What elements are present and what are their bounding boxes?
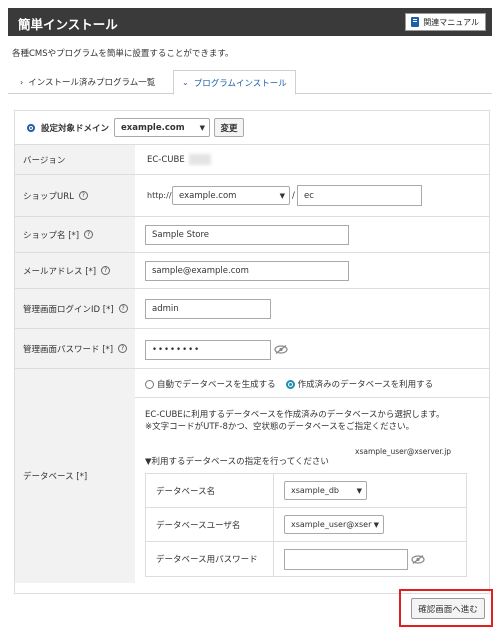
domain-change-button[interactable]: 変更 xyxy=(214,118,244,137)
tab-program-install[interactable]: ⌄ プログラムインストール xyxy=(173,70,296,95)
db-name-select[interactable]: xsample_db ▼ xyxy=(284,481,367,500)
db-auto-label[interactable]: 自動でデータベースを生成する xyxy=(157,378,276,390)
shop-url-separator: / xyxy=(292,191,295,201)
tab-label: インストール済みプログラム一覧 xyxy=(28,78,156,88)
db-auto-radio[interactable] xyxy=(145,379,154,389)
domain-selector-row: 設定対象ドメイン example.com ▼ 変更 xyxy=(15,111,489,145)
confirm-button[interactable]: 確認画面へ進む xyxy=(411,598,485,619)
db-password-row: データベース用パスワード xyxy=(146,542,466,576)
version-label: バージョン xyxy=(15,145,135,174)
shop-name-row: ショップ名 [*] ? Sample Store xyxy=(15,217,489,253)
db-spec-table: データベース名 xsample_db ▼ データベースユーザ名 xsample_… xyxy=(145,473,467,577)
db-name-value: xsample_db xyxy=(291,486,339,495)
db-password-input[interactable] xyxy=(284,549,408,570)
domain-select-value: example.com xyxy=(121,122,185,133)
admin-id-input[interactable]: admin xyxy=(145,299,271,319)
db-notes: EC-CUBEに利用するデータベースを作成済みのデータベースから選択します。 ※… xyxy=(145,409,445,433)
admin-id-row: 管理画面ログインID [*] ? admin xyxy=(15,289,489,329)
chevron-down-icon: ▼ xyxy=(279,192,285,200)
admin-password-input[interactable]: •••••••• xyxy=(145,340,271,360)
chevron-down-icon: ⌄ xyxy=(182,78,189,87)
intro-text: 各種CMSやプログラムを簡単に設置することができます。 xyxy=(12,49,234,59)
email-row: メールアドレス [*] ? sample@example.com xyxy=(15,253,489,289)
admin-password-label-cell: 管理画面パスワード [*] ? xyxy=(15,329,135,368)
page-title: 簡単インストール xyxy=(18,17,118,32)
shop-name-label-cell: ショップ名 [*] ? xyxy=(15,217,135,252)
db-password-label: データベース用パスワード xyxy=(146,542,274,576)
version-row: バージョン EC-CUBE xyxy=(15,145,489,175)
email-label: メールアドレス [*] xyxy=(23,266,97,277)
db-name-row: データベース名 xsample_db ▼ xyxy=(146,474,466,508)
page-header: 簡単インストール 関連マニュアル xyxy=(8,8,492,36)
admin-password-label: 管理画面パスワード [*] xyxy=(23,344,114,355)
admin-id-label-cell: 管理画面ログインID [*] ? xyxy=(15,289,135,328)
database-label: データベース [*] xyxy=(15,369,135,583)
help-icon[interactable]: ? xyxy=(78,191,88,200)
domain-select[interactable]: example.com ▼ xyxy=(114,118,210,137)
db-user-label: データベースユーザ名 xyxy=(146,508,274,541)
tab-installed-programs[interactable]: › インストール済みプログラム一覧 xyxy=(12,70,163,94)
version-number-blurred xyxy=(189,154,211,165)
chevron-down-icon: ▼ xyxy=(199,124,205,132)
db-user-select[interactable]: xsample_user@xserv ▼ xyxy=(284,515,384,534)
db-spec-heading: ▼利用するデータベースの指定を行ってください xyxy=(145,457,329,467)
help-icon[interactable]: ? xyxy=(84,230,94,239)
database-row: データベース [*] 自動でデータベースを生成する 作成済みのデータベースを利用… xyxy=(15,369,489,583)
install-form: 設定対象ドメイン example.com ▼ 変更 バージョン EC-CUBE … xyxy=(14,110,490,594)
help-icon[interactable]: ? xyxy=(118,304,128,313)
domain-label: 設定対象ドメイン xyxy=(41,123,110,134)
db-user-row: データベースユーザ名 xsample_user@xserv ▼ xyxy=(146,508,466,542)
db-note-1: EC-CUBEに利用するデータベースを作成済みのデータベースから選択します。 xyxy=(145,410,445,420)
db-mode-options: 自動でデータベースを生成する 作成済みのデータベースを利用する xyxy=(145,378,433,390)
tab-label: プログラムインストール xyxy=(193,78,287,89)
db-user-value: xsample_user@xserv xyxy=(291,520,377,529)
db-name-label: データベース名 xyxy=(146,474,274,507)
tab-bar: › インストール済みプログラム一覧 ⌄ プログラムインストール xyxy=(8,70,492,95)
shop-name-label: ショップ名 [*] xyxy=(23,230,80,241)
related-manual-button[interactable]: 関連マニュアル xyxy=(405,13,486,31)
chevron-right-icon: › xyxy=(20,77,24,87)
shop-url-label-cell: ショップURL ? xyxy=(15,175,135,216)
db-existing-label[interactable]: 作成済みのデータベースを利用する xyxy=(298,378,434,390)
book-icon xyxy=(411,17,420,27)
help-icon[interactable]: ? xyxy=(118,344,128,353)
shop-url-domain-select[interactable]: example.com ▼ xyxy=(172,186,290,205)
divider xyxy=(135,397,489,398)
shop-name-input[interactable]: Sample Store xyxy=(145,225,349,245)
chevron-down-icon: ▼ xyxy=(356,487,362,495)
eye-slash-icon[interactable] xyxy=(411,555,425,564)
chevron-down-icon: ▼ xyxy=(371,521,379,529)
shop-url-label: ショップURL xyxy=(23,191,74,202)
domain-radio-icon xyxy=(27,123,35,132)
admin-id-label: 管理画面ログインID [*] xyxy=(23,304,114,315)
admin-password-row: 管理画面パスワード [*] ? •••••••• xyxy=(15,329,489,369)
related-manual-label: 関連マニュアル xyxy=(423,17,479,27)
db-note-2: ※文字コードがUTF-8かつ、空状態のデータベースをご指定ください。 xyxy=(145,422,415,432)
email-input[interactable]: sample@example.com xyxy=(145,261,349,281)
shop-url-prefix: http:// xyxy=(147,191,172,200)
version-value: EC-CUBE xyxy=(147,155,185,165)
shop-url-path-input[interactable]: ec xyxy=(297,185,422,206)
email-label-cell: メールアドレス [*] ? xyxy=(15,253,135,288)
db-existing-radio[interactable] xyxy=(285,379,295,389)
help-icon[interactable]: ? xyxy=(101,266,111,275)
shop-url-row: ショップURL ? http:// example.com ▼ / ec xyxy=(15,175,489,217)
eye-slash-icon[interactable] xyxy=(274,345,288,354)
shop-url-domain-value: example.com xyxy=(179,190,237,201)
db-user-hint: xsample_user@xserver.jp xyxy=(355,447,452,456)
